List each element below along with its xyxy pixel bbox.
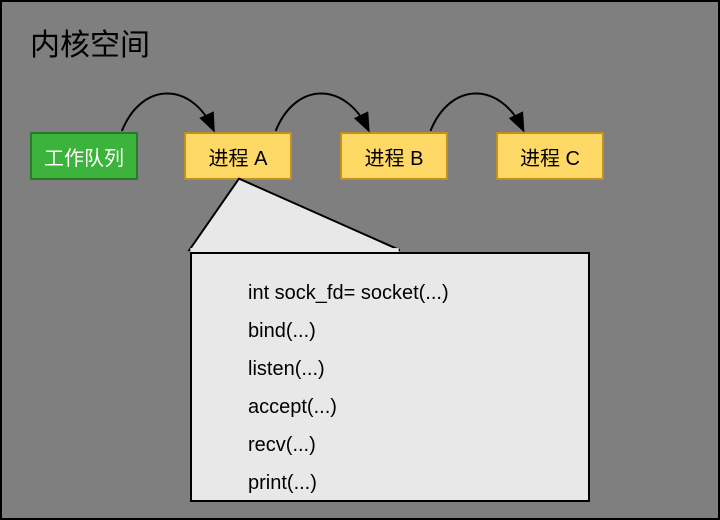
work-queue-label: 工作队列 bbox=[44, 142, 124, 171]
arc-a-to-b bbox=[276, 94, 368, 131]
diagram-title: 内核空间 bbox=[30, 20, 150, 64]
code-line: print(...) bbox=[248, 464, 568, 502]
process-c-label: 进程 C bbox=[520, 142, 580, 171]
process-b-label: 进程 B bbox=[365, 142, 424, 171]
arc-b-to-c bbox=[430, 94, 522, 131]
callout-pointer bbox=[189, 179, 399, 250]
arc-queue-to-a bbox=[122, 94, 213, 131]
code-line: accept(...) bbox=[248, 388, 568, 426]
code-callout: int sock_fd= socket(...) bind(...) liste… bbox=[190, 252, 590, 502]
process-c-box: 进程 C bbox=[496, 132, 604, 180]
code-line: recv(...) bbox=[248, 426, 568, 464]
process-a-box: 进程 A bbox=[184, 132, 292, 180]
process-a-label: 进程 A bbox=[209, 142, 268, 171]
code-line: int sock_fd= socket(...) bbox=[248, 274, 568, 312]
work-queue-box: 工作队列 bbox=[30, 132, 138, 180]
diagram-canvas: 内核空间 工作队列 进程 A 进程 B 进程 C int sock_fd= so… bbox=[0, 0, 720, 520]
code-line: listen(...) bbox=[248, 350, 568, 388]
process-b-box: 进程 B bbox=[340, 132, 448, 180]
code-line: bind(...) bbox=[248, 312, 568, 350]
